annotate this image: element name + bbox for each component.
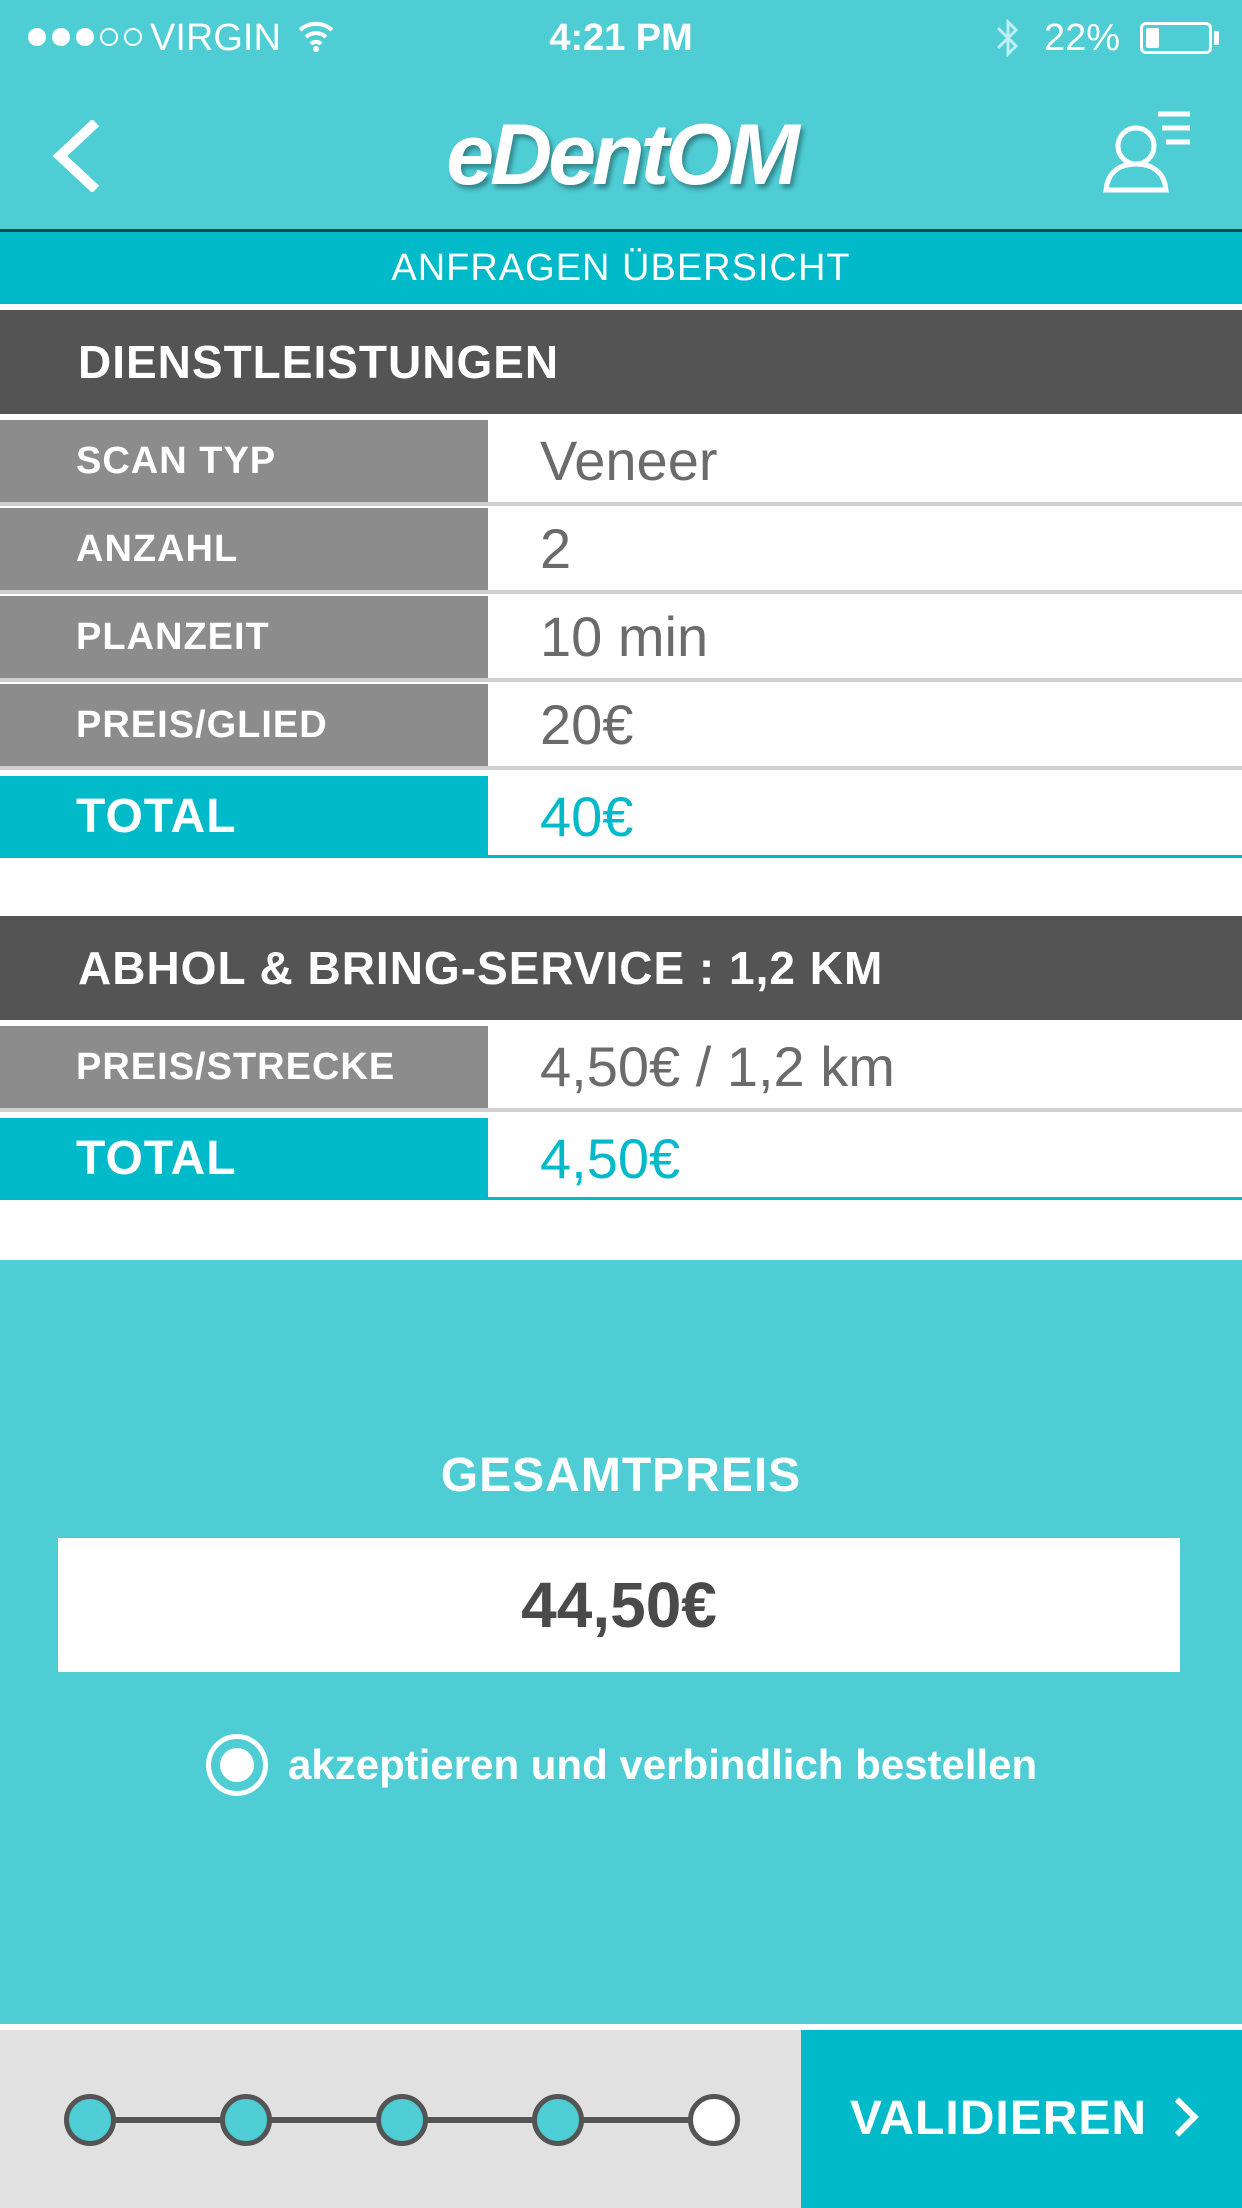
total-value: 40€ (488, 776, 1242, 858)
step-dot-1 (64, 2094, 116, 2146)
user-menu-icon[interactable] (1100, 106, 1196, 194)
status-bar: VIRGIN 4:21 PM 22% (0, 0, 1242, 76)
row-value: 20€ (488, 684, 1242, 766)
row-label: PREIS/GLIED (0, 684, 488, 766)
step-dot-4 (532, 2094, 584, 2146)
total-label: TOTAL (0, 776, 488, 858)
bottom-bar: VALIDIEREN (0, 2024, 1242, 2208)
row-preis-strecke: PREIS/STRECKE 4,50€ / 1,2 km (0, 1026, 1242, 1112)
total-price-label: GESAMTPREIS (440, 1449, 802, 1502)
validate-button-label[interactable]: VALIDIEREN (850, 2092, 1147, 2145)
radio-selected-icon[interactable] (206, 1734, 268, 1796)
accept-order-radio[interactable]: akzeptieren und verbindlich bestellen (206, 1730, 1037, 1800)
row-value: 10 min (488, 596, 1242, 678)
row-total-services: TOTAL 40€ (0, 776, 1242, 862)
app-logo: eDentOM (446, 107, 799, 203)
row-value: 4,50€ / 1,2 km (488, 1026, 1242, 1108)
row-scan-typ: SCAN TYP Veneer (0, 420, 1242, 506)
row-total-pickup: TOTAL 4,50€ (0, 1118, 1242, 1204)
validate-button[interactable]: VALIDIEREN (801, 2030, 1242, 2208)
total-value: 4,50€ (488, 1118, 1242, 1200)
step-progress (0, 2030, 801, 2208)
total-label: TOTAL (0, 1118, 488, 1200)
row-value: 2 (488, 508, 1242, 590)
battery-icon (1140, 22, 1212, 54)
total-price-value: 44,50€ (58, 1538, 1180, 1672)
step-dot-5 (688, 2094, 740, 2146)
battery-percent: 22% (1044, 17, 1121, 59)
page-title: ANFRAGEN ÜBERSICHT (0, 232, 1242, 304)
section-header-pickup: ABHOL & BRING-SERVICE : 1,2 KM (0, 916, 1242, 1020)
accept-order-label[interactable]: akzeptieren und verbindlich bestellen (288, 1741, 1037, 1789)
row-value: Veneer (488, 420, 1242, 502)
section-header-services: DIENSTLEISTUNGEN (0, 310, 1242, 414)
summary-panel: GESAMTPREIS 44,50€ akzeptieren und verbi… (0, 1260, 1242, 2024)
step-dot-2 (220, 2094, 272, 2146)
row-label: PREIS/STRECKE (0, 1026, 488, 1108)
row-label: PLANZEIT (0, 596, 488, 678)
row-planzeit: PLANZEIT 10 min (0, 596, 1242, 682)
row-label: SCAN TYP (0, 420, 488, 502)
row-label: ANZAHL (0, 508, 488, 590)
nav-bar: eDentOM (0, 76, 1242, 232)
row-preis-glied: PREIS/GLIED 20€ (0, 684, 1242, 770)
chevron-right-icon (1159, 2097, 1199, 2138)
bluetooth-icon (996, 18, 1019, 58)
row-anzahl: ANZAHL 2 (0, 508, 1242, 594)
step-dot-3 (376, 2094, 428, 2146)
